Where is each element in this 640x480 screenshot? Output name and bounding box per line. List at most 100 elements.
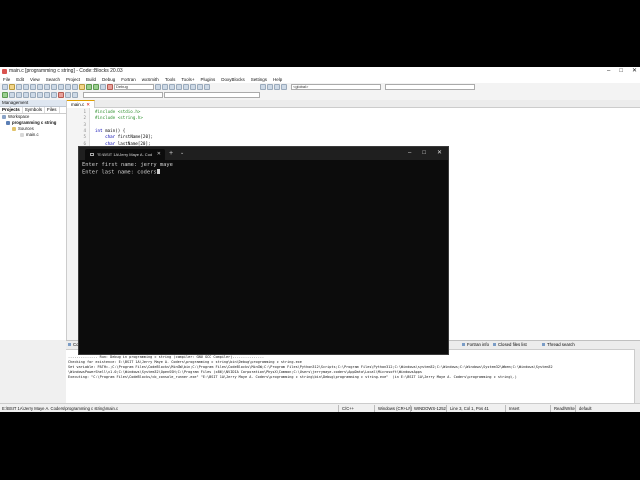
highlight-icon[interactable] [190, 84, 196, 90]
menu-debug[interactable]: Debug [99, 76, 118, 83]
tab-dropdown-chevron-icon[interactable]: ⌄ [180, 147, 184, 160]
build-target-select[interactable]: Debug [114, 84, 154, 90]
new-tab-plus-icon[interactable]: + [169, 147, 173, 160]
menu-plugins[interactable]: Plugins [197, 76, 218, 83]
logs-tab[interactable]: Closed files list [493, 341, 527, 349]
step-into-icon[interactable] [23, 92, 29, 98]
save-all-icon[interactable] [23, 84, 29, 90]
status-separator [374, 405, 375, 412]
jump-back-icon[interactable] [176, 84, 182, 90]
zoom-in-icon[interactable] [260, 84, 266, 90]
next-instruction-icon[interactable] [37, 92, 43, 98]
run-icon[interactable] [86, 84, 92, 90]
menu-doxyblocks[interactable]: DoxyBlocks [218, 76, 248, 83]
menu-project[interactable]: Project [63, 76, 83, 83]
console-tab[interactable]: "E:\BSIT 1A\Jerry Maye A. Cod ✕ [85, 149, 165, 160]
tree-item-main-c[interactable]: main.c [0, 132, 66, 138]
maximize-button[interactable]: □ [619, 67, 623, 76]
tab-projects[interactable]: Projects [0, 107, 23, 113]
minimize-button[interactable]: – [607, 67, 610, 76]
tab-close-icon[interactable]: ✕ [86, 102, 90, 107]
scope-select[interactable]: <global> [291, 84, 381, 90]
management-tabs: Projects Symbols Files [0, 107, 66, 114]
close-button[interactable]: ✕ [632, 67, 637, 76]
step-out-icon[interactable] [30, 92, 36, 98]
code-completion-symbol-select[interactable] [164, 92, 260, 98]
zoom-out-icon[interactable] [267, 84, 273, 90]
management-panel: Management Projects Symbols Files Worksp… [0, 100, 67, 340]
status-separator [505, 405, 506, 412]
regex-search-icon[interactable] [281, 84, 287, 90]
code-line: int main() { [95, 127, 126, 133]
find-icon[interactable] [65, 84, 71, 90]
window-title: main.c [programming c string] - Code::Bl… [9, 68, 123, 74]
file-icon [20, 133, 24, 137]
bookmark-icon[interactable] [204, 84, 210, 90]
search-text-icon[interactable] [169, 84, 175, 90]
status-eol: Windows (CR+LF) [378, 406, 413, 411]
menu-tools[interactable]: Tools [162, 76, 179, 83]
menu-edit[interactable]: Edit [13, 76, 27, 83]
logs-tab[interactable]: Thread search [542, 341, 575, 349]
open-folder-icon[interactable] [9, 84, 15, 90]
abort-icon[interactable] [107, 84, 113, 90]
toggle-uncomment-icon[interactable] [162, 84, 168, 90]
jump-forward-icon[interactable] [183, 84, 189, 90]
line-number: 2 [83, 115, 86, 121]
redo-icon[interactable] [37, 84, 43, 90]
new-file-icon[interactable] [2, 84, 8, 90]
rebuild-icon[interactable] [100, 84, 106, 90]
console-window: "E:\BSIT 1A\Jerry Maye A. Cod ✕ + ⌄ – □ … [78, 146, 449, 355]
line-number: 6 [83, 140, 86, 146]
line-number: 1 [83, 109, 86, 114]
editor-tabs: main.c ✕ [67, 100, 640, 108]
code-completion-scope-select[interactable] [83, 92, 163, 98]
menu-fortran[interactable]: Fortran [118, 76, 139, 83]
paste-icon[interactable] [58, 84, 64, 90]
console-minimize-button[interactable]: – [408, 147, 411, 160]
build-and-run-icon[interactable] [93, 84, 99, 90]
menu-tools-plus[interactable]: Tools+ [178, 76, 197, 83]
tab-files[interactable]: Files [45, 107, 60, 113]
log-line: Executing: "C:\Program Files\CodeBlocks/… [68, 375, 517, 379]
log-tab-icon [462, 343, 465, 346]
debug-continue-icon[interactable] [2, 92, 8, 98]
copy-icon[interactable] [51, 84, 57, 90]
console-line: Enter last name: coders [82, 169, 157, 176]
logs-scrollbar[interactable] [634, 349, 640, 404]
code-line: char lastName[20]; [105, 140, 151, 146]
cut-icon[interactable] [44, 84, 50, 90]
menu-settings[interactable]: Settings [248, 76, 270, 83]
menu-file[interactable]: File [0, 76, 13, 83]
editor-tab-main-c[interactable]: main.c ✕ [67, 100, 96, 108]
function-select[interactable] [385, 84, 475, 90]
break-debugger-icon[interactable] [51, 92, 57, 98]
menu-view[interactable]: View [27, 76, 43, 83]
debug-info-icon[interactable] [72, 92, 78, 98]
console-line: Enter first name: jerry maye [82, 162, 173, 168]
console-maximize-button[interactable]: □ [422, 147, 426, 160]
status-separator [410, 405, 411, 412]
save-icon[interactable] [16, 84, 22, 90]
debug-windows-icon[interactable] [65, 92, 71, 98]
menu-wxsmith[interactable]: wxSmith [139, 76, 162, 83]
replace-icon[interactable] [72, 84, 78, 90]
console-output[interactable]: Enter first name: jerry maye Enter last n… [82, 162, 173, 177]
step-into-instruction-icon[interactable] [44, 92, 50, 98]
menu-help[interactable]: Help [270, 76, 285, 83]
build-gear-icon[interactable] [79, 84, 85, 90]
run-to-cursor-icon[interactable] [9, 92, 15, 98]
console-close-button[interactable]: ✕ [437, 147, 442, 160]
undo-icon[interactable] [30, 84, 36, 90]
next-line-icon[interactable] [16, 92, 22, 98]
menu-build[interactable]: Build [83, 76, 99, 83]
stop-debugger-icon[interactable] [58, 92, 64, 98]
line-number: 3 [83, 121, 86, 127]
select-icon[interactable] [197, 84, 203, 90]
fullscreen-icon[interactable] [274, 84, 280, 90]
logs-tab[interactable]: Fortran info [462, 341, 489, 349]
menu-search[interactable]: Search [43, 76, 63, 83]
console-tab-close-icon[interactable]: ✕ [157, 149, 161, 160]
tab-symbols[interactable]: Symbols [23, 107, 46, 113]
toggle-comment-icon[interactable] [155, 84, 161, 90]
